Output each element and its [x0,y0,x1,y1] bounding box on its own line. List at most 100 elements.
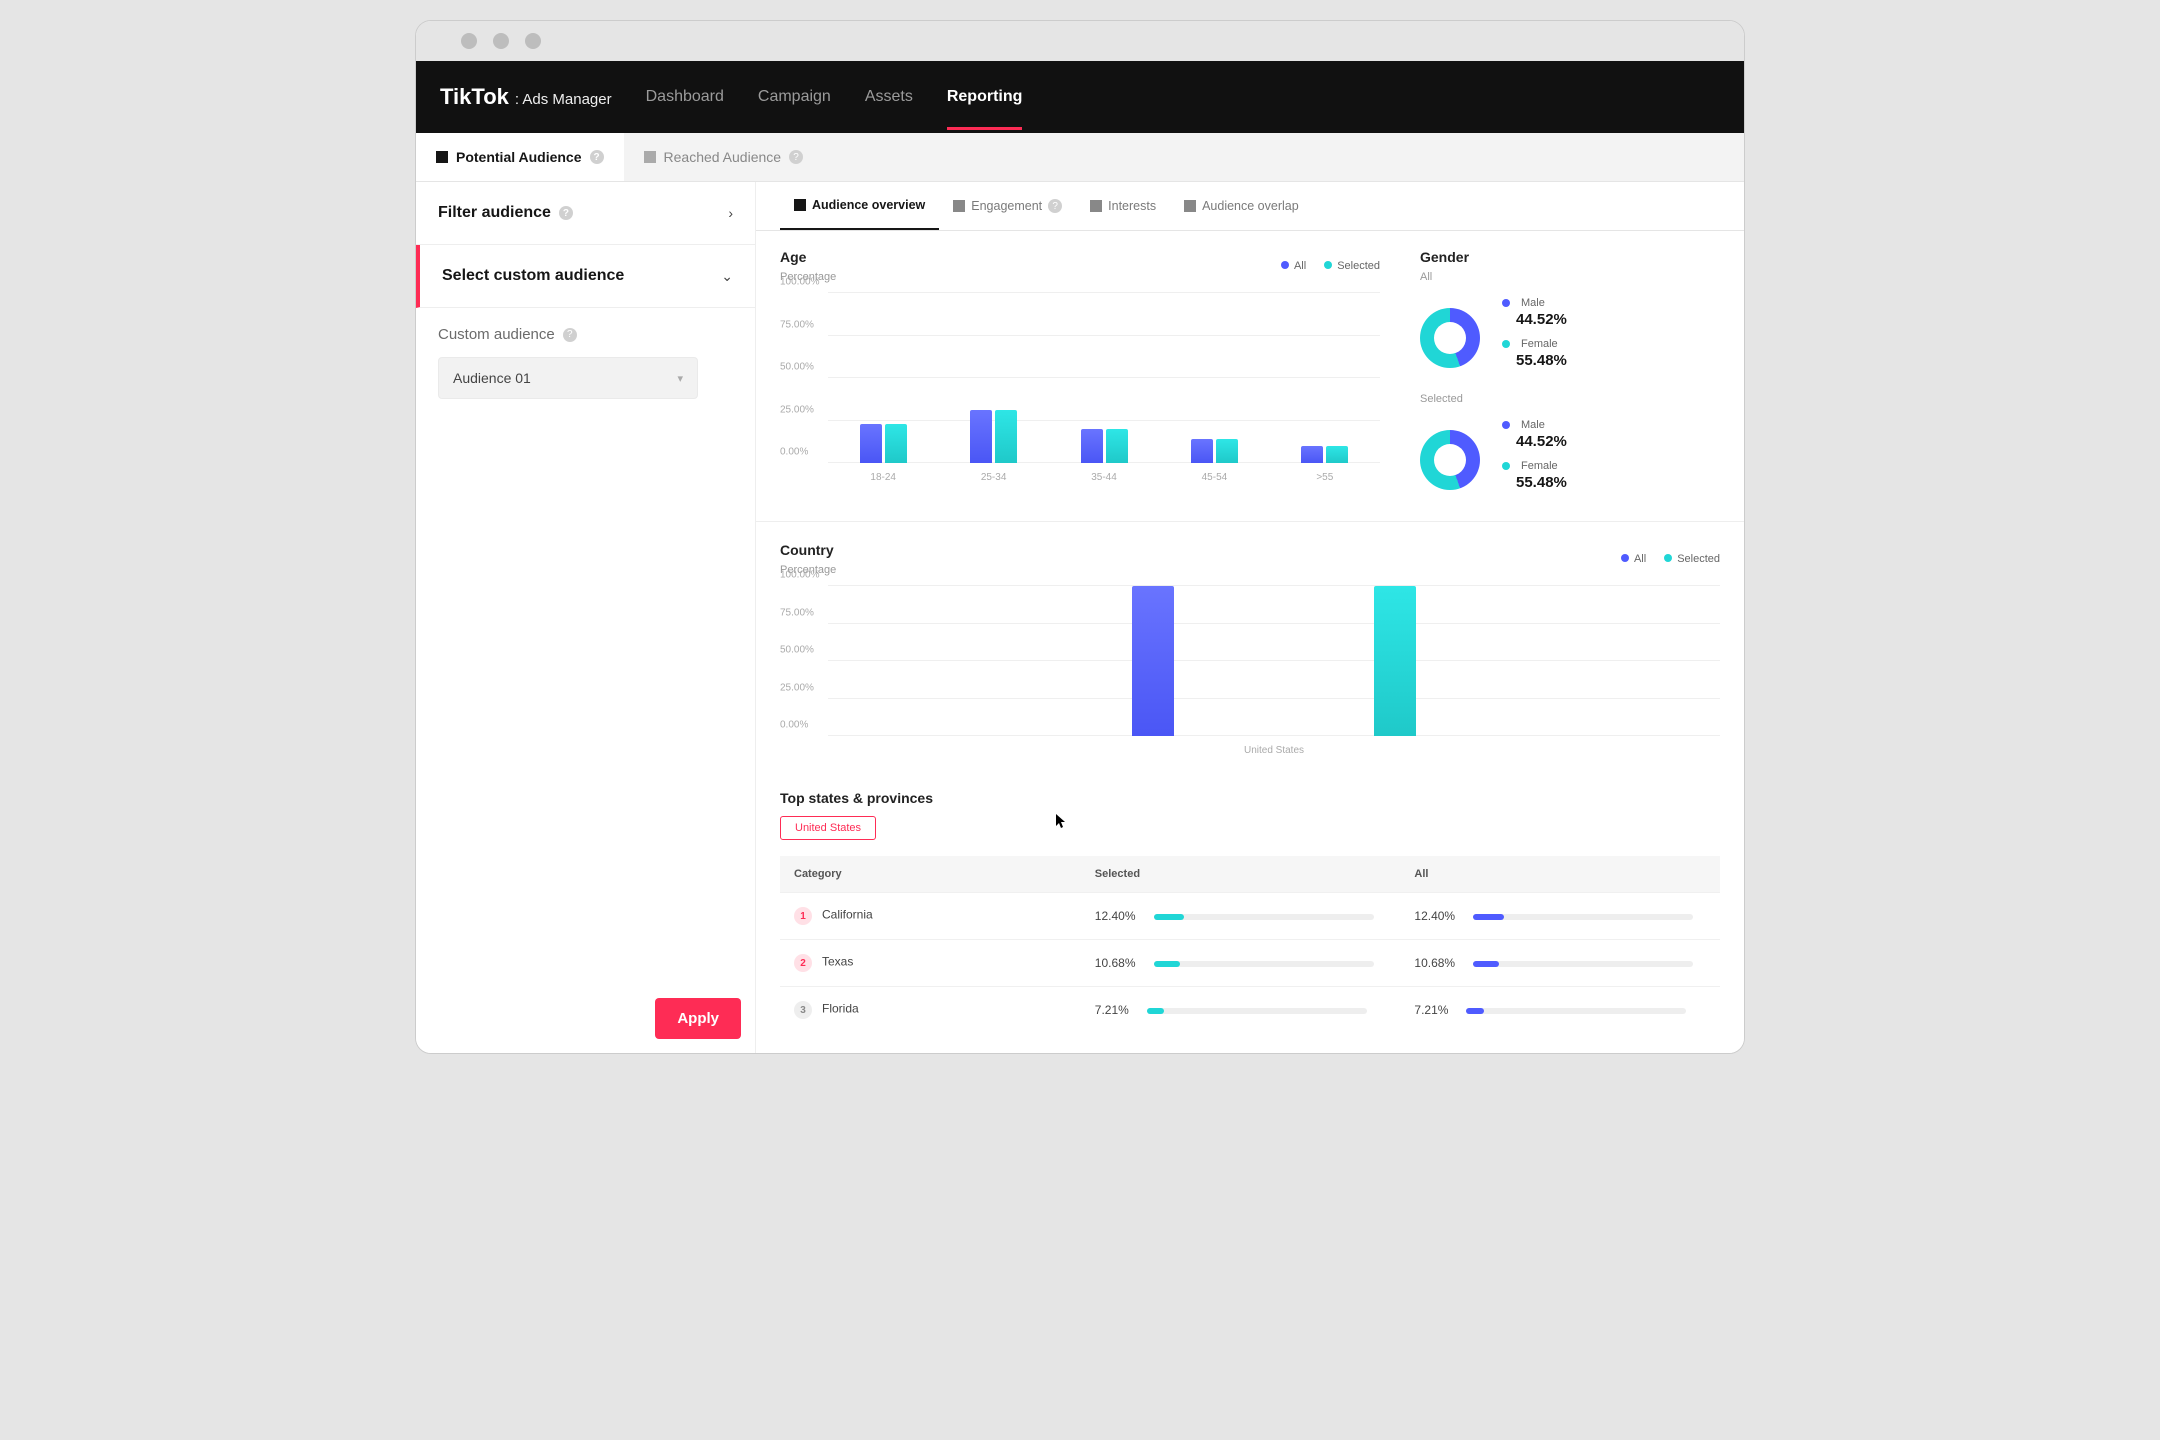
help-icon[interactable]: ? [559,206,573,220]
select-value: Audience 01 [453,370,531,386]
state-name: Florida [822,1002,859,1016]
sidebar-label: Filter audience [438,204,551,222]
table-row: 3Florida7.21%7.21% [780,987,1720,1034]
brand: TikTok : Ads Manager [440,84,612,110]
help-icon[interactable]: ? [590,150,604,164]
selected-bar [1147,1008,1367,1014]
divider [756,521,1744,522]
female-value: 55.48% [1516,352,1567,369]
interests-icon [1090,200,1102,212]
selected-value: 12.40% [1095,909,1136,923]
all-value: 12.40% [1414,909,1455,923]
age-gender-row: Age Percentage All Selected 0.00%25.00%5… [780,249,1720,501]
help-icon[interactable]: ? [563,328,577,342]
mouse-cursor-icon [1056,814,1066,828]
state-name: Texas [822,955,853,969]
gender-all-donut [1420,308,1480,368]
all-bar [1466,1008,1686,1014]
legend-dot-selected [1324,261,1332,269]
age-bar-chart: 0.00%25.00%50.00%75.00%100.00%18-2425-34… [780,293,1380,483]
male-label: Male [1521,419,1545,431]
chevron-right-icon: › [728,205,733,221]
app-window: TikTok : Ads Manager Dashboard Campaign … [415,20,1745,1054]
report-tabs: Audience overview Engagement? Interests … [756,182,1744,231]
help-icon[interactable]: ? [789,150,803,164]
window-titlebar [416,21,1744,61]
legend-selected: Selected [1677,553,1720,565]
country-bar-chart: 0.00%25.00%50.00%75.00%100.00%United Sta… [780,586,1720,766]
gender-selected-donut [1420,430,1480,490]
engagement-icon [953,200,965,212]
tab-audience-overview[interactable]: Audience overview [780,182,939,230]
sidebar-label: Select custom audience [442,267,624,285]
legend-dot-female [1502,462,1510,470]
selected-value: 10.68% [1095,956,1136,970]
legend-dot-selected [1664,554,1672,562]
legend-dot-all [1281,261,1289,269]
gender-selected-row: Male 44.52% Female 55.48% [1420,419,1720,501]
tab-engagement[interactable]: Engagement? [939,182,1076,230]
sidebar-select-custom-audience[interactable]: Select custom audience ⌄ [416,245,755,308]
custom-audience-label: Custom audience ? [438,326,733,343]
states-title: Top states & provinces [780,790,1720,806]
gender-title: Gender [1420,249,1720,265]
male-label: Male [1521,297,1545,309]
custom-audience-select[interactable]: Audience 01 ▾ [438,357,698,399]
all-bar [1473,914,1693,920]
state-name: California [822,908,873,922]
country-chip[interactable]: United States [780,816,876,840]
nav-dashboard[interactable]: Dashboard [646,88,724,106]
selected-bar [1154,961,1374,967]
audience-icon [436,151,448,163]
window-dot [461,33,477,49]
tab-potential-audience[interactable]: Potential Audience ? [416,133,624,181]
legend-dot-male [1502,421,1510,429]
tab-label: Audience overview [812,198,925,212]
chevron-down-icon: ⌄ [721,268,733,285]
sidebar-filter-audience[interactable]: Filter audience ? › [416,182,755,245]
all-bar [1473,961,1693,967]
country-title: Country [780,542,836,558]
female-label: Female [1521,460,1558,472]
help-icon[interactable]: ? [1048,199,1062,213]
states-card: Top states & provinces United States Cat… [780,790,1720,1033]
chevron-down-icon: ▾ [677,372,683,385]
legend-all: All [1634,553,1646,565]
selected-value: 7.21% [1095,1003,1129,1017]
gender-all-label: All [1420,271,1720,283]
window-dot [493,33,509,49]
legend-dot-female [1502,340,1510,348]
female-value: 55.48% [1516,474,1567,491]
rank-badge: 1 [794,907,812,925]
table-row: 2 Texas 10.68% 10.68% [780,940,1720,987]
apply-button[interactable]: Apply [655,998,741,1039]
female-label: Female [1521,338,1558,350]
main-panel: Audience overview Engagement? Interests … [756,182,1744,1053]
rank-badge: 2 [794,954,812,972]
all-value: 10.68% [1414,956,1455,970]
col-all: All [1400,856,1720,893]
tab-interests[interactable]: Interests [1076,182,1170,230]
label-text: Custom audience [438,326,555,343]
tab-reached-audience[interactable]: Reached Audience ? [624,133,824,181]
legend-dot-all [1621,554,1629,562]
all-value: 7.21% [1414,1003,1448,1017]
gender-selected-label: Selected [1420,393,1720,405]
legend-all: All [1294,260,1306,272]
country-legend: All Selected [1621,553,1720,565]
states-table: Category Selected All 1California12.40%1… [780,856,1720,1033]
tab-label: Engagement [971,199,1042,213]
audience-icon [644,151,656,163]
country-card: Country Percentage All Selected 0.00%25.… [780,542,1720,766]
nav-campaign[interactable]: Campaign [758,88,831,106]
gender-selected-legend: Male 44.52% Female 55.48% [1502,419,1567,501]
tab-audience-overlap[interactable]: Audience overlap [1170,182,1313,230]
nav-reporting[interactable]: Reporting [947,88,1023,106]
custom-audience-section: Custom audience ? Audience 01 ▾ [416,308,755,417]
legend-dot-male [1502,299,1510,307]
tab-label: Potential Audience [456,149,582,165]
age-legend: All Selected [1281,260,1380,272]
nav-assets[interactable]: Assets [865,88,913,106]
tab-label: Interests [1108,199,1156,213]
brand-name: TikTok [440,84,509,110]
